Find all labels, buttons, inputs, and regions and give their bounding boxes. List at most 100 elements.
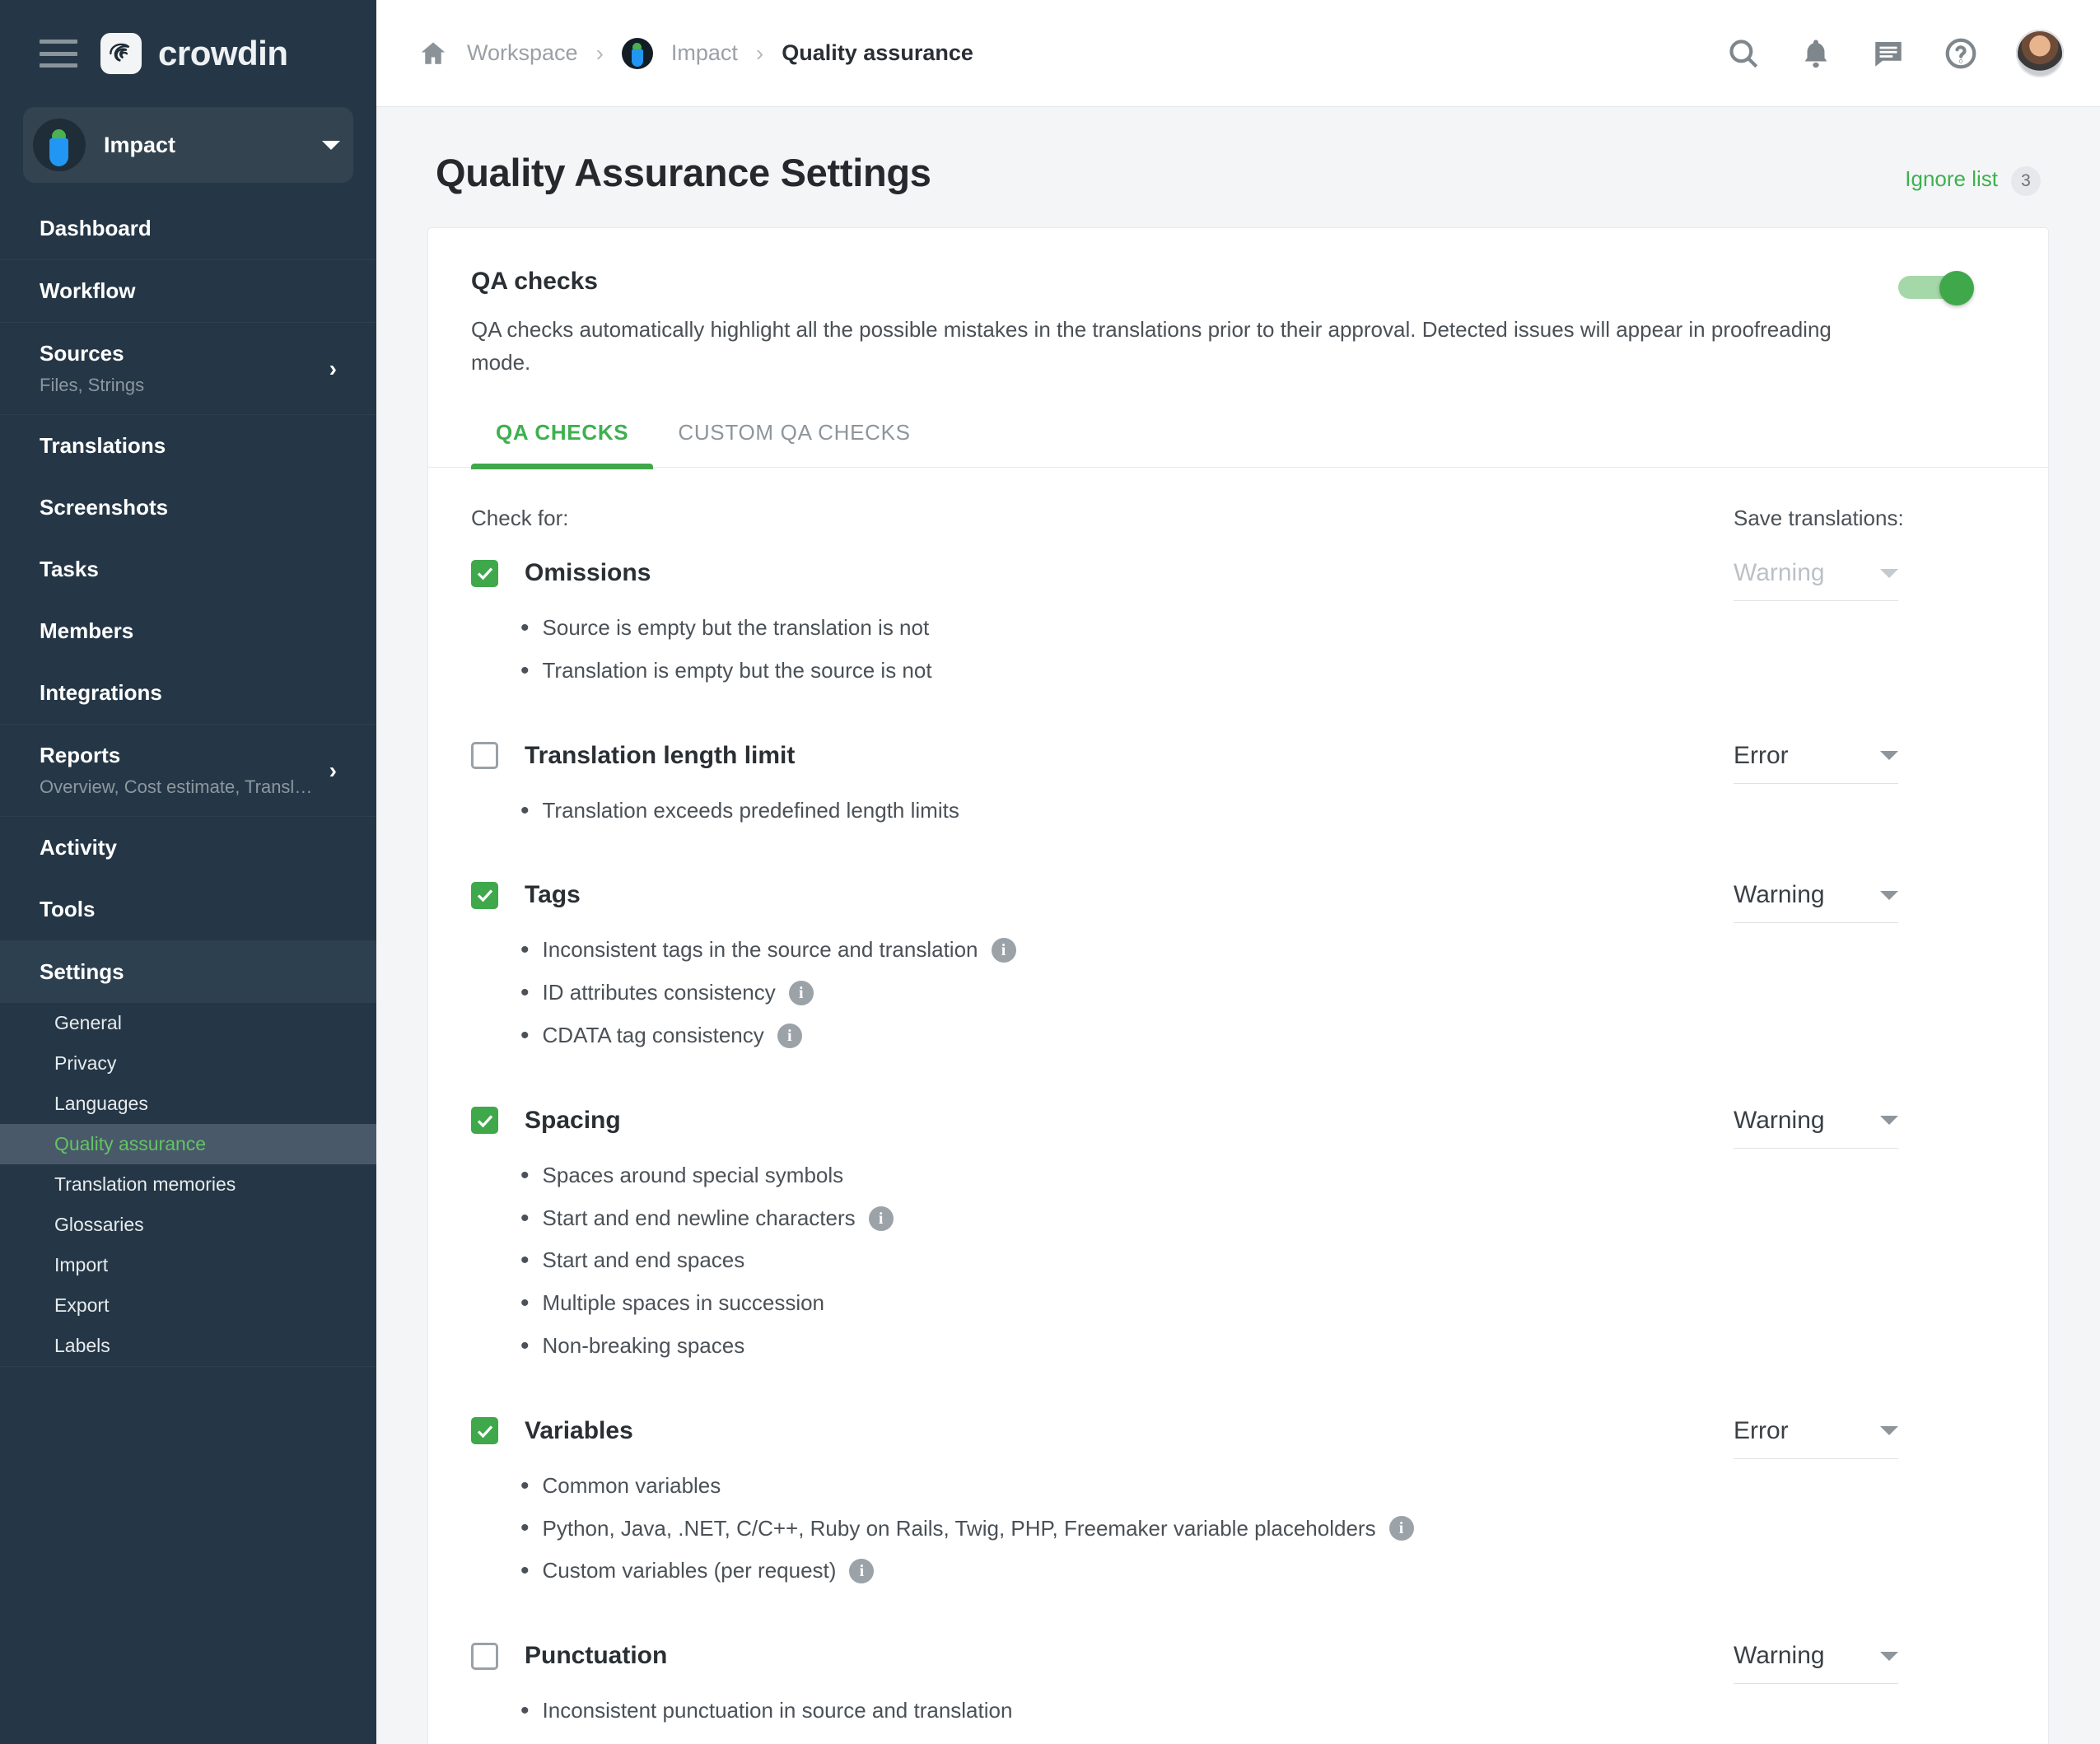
qa-check-tags[interactable]: Tags [471,881,1734,909]
sidebar-item-glossaries[interactable]: Glossaries [0,1205,376,1245]
severity-value: Error [1734,1416,1789,1444]
sidebar-item-sublabel: Overview, Cost estimate, Transl… [40,776,313,797]
severity-select-omissions[interactable]: Warning [1734,559,1898,602]
user-avatar[interactable] [2016,29,2064,77]
bullet-item: Start and end spaces [520,1239,1734,1282]
sidebar-subitem-label: General [54,1012,122,1033]
chat-message-icon[interactable] [1871,36,1906,71]
sidebar-subitem-label: Glossaries [54,1214,144,1235]
chevron-down-icon[interactable] [322,140,340,150]
info-icon[interactable]: i [788,981,814,1006]
tab-qa-checks[interactable]: QA CHECKS [471,420,654,470]
chevron-right-icon[interactable]: › [329,758,337,782]
brand-logo[interactable]: crowdin [100,33,288,74]
sidebar-item-activity[interactable]: Activity [0,817,376,879]
chevron-right-icon[interactable]: › [329,357,337,380]
sidebar-item-members[interactable]: Members [0,600,376,662]
qa-check-row: Variables Common variables Python, Java,… [428,1389,2048,1592]
home-icon[interactable] [418,39,449,68]
tab-custom-qa-checks[interactable]: CUSTOM QA CHECKS [653,420,935,467]
info-icon[interactable]: i [868,1205,894,1231]
checkbox-translation-length-limit[interactable] [471,742,498,770]
qa-check-row: Omissions Source is empty but the transl… [428,531,2048,692]
qa-check-row-left: Translation length limit Translation exc… [471,714,1734,832]
sidebar-item-workflow[interactable]: Workflow [0,260,376,322]
sidebar-item-general[interactable]: General [0,1003,376,1043]
qa-check-translation-length-limit[interactable]: Translation length limit [471,742,1734,770]
qa-check-spacing[interactable]: Spacing [471,1107,1734,1135]
search-icon[interactable] [1726,36,1761,71]
chevron-down-icon [1880,1116,1898,1126]
bullet-item: Python, Java, .NET, C/C++, Ruby on Rails… [520,1508,1734,1550]
qa-checks-toggle[interactable] [1898,271,1974,305]
breadcrumb-workspace[interactable]: Workspace [467,40,578,66]
sidebar-item-label: Activity [40,835,117,860]
sidebar-item-integrations[interactable]: Integrations [0,662,376,724]
project-selector[interactable]: Impact [23,107,353,183]
checkbox-tags[interactable] [471,881,498,909]
severity-select-tags[interactable]: Warning [1734,881,1898,924]
nav-group: Translations Screenshots Tasks Members I… [0,415,376,725]
sidebar-item-dashboard[interactable]: Dashboard [0,198,376,259]
qa-check-omissions[interactable]: Omissions [471,559,1734,587]
sidebar-item-translations[interactable]: Translations [0,415,376,477]
severity-select-variables[interactable]: Error [1734,1417,1898,1459]
sidebar-item-tools[interactable]: Tools [0,879,376,940]
bullet-text: Inconsistent punctuation in source and t… [542,1698,1013,1723]
sidebar-item-sources[interactable]: Sources Files, Strings › [0,323,376,414]
qa-check-row: Spacing Spaces around special symbols St… [428,1079,2048,1368]
checkbox-punctuation[interactable] [471,1642,498,1670]
sidebar-item-import[interactable]: Import [0,1245,376,1285]
severity-select-spacing[interactable]: Warning [1734,1107,1898,1149]
help-question-icon[interactable] [1944,36,1978,71]
breadcrumb-impact[interactable]: Impact [671,40,738,66]
sidebar-item-reports[interactable]: Reports Overview, Cost estimate, Transl…… [0,725,376,816]
checkbox-spacing[interactable] [471,1107,498,1135]
hamburger-menu-icon[interactable] [40,40,77,68]
sidebar-item-settings[interactable]: Settings [0,941,376,1003]
bullet-item: CDATA tag consistency i [520,1014,1734,1057]
chevron-down-icon [1880,751,1898,761]
bullet-item: Spaces around special symbols [520,1154,1734,1197]
sidebar: crowdin Impact Dashboard Workflow Source… [0,0,376,1744]
page-title: Quality Assurance Settings [436,151,931,194]
bullet-text: Start and end newline characters [542,1205,856,1230]
project-selector-wrap: Impact [0,107,376,183]
sidebar-item-screenshots[interactable]: Screenshots [0,477,376,539]
qa-check-list-header: Check for: Save translations: [428,506,2048,531]
info-icon[interactable]: i [991,938,1016,963]
sidebar-item-languages[interactable]: Languages [0,1084,376,1124]
sidebar-item-labels[interactable]: Labels [0,1326,376,1366]
severity-value: Error [1734,741,1789,769]
sidebar-item-label: Dashboard [40,216,152,240]
save-translations-label: Save translations: [1734,506,1904,531]
sidebar-item-translation-memories[interactable]: Translation memories [0,1164,376,1205]
checkbox-variables[interactable] [471,1417,498,1445]
bell-notification-icon[interactable] [1799,36,1833,71]
severity-select-translation-length-limit[interactable]: Error [1734,742,1898,784]
sidebar-item-tasks[interactable]: Tasks [0,539,376,600]
qa-check-variables[interactable]: Variables [471,1417,1734,1445]
chevron-down-icon [1880,568,1898,578]
info-icon[interactable]: i [1388,1516,1414,1541]
checkbox-omissions[interactable] [471,559,498,587]
sidebar-item-export[interactable]: Export [0,1285,376,1326]
ignore-list-link[interactable]: Ignore list [1905,166,1998,192]
qa-check-row-right: Error [1734,714,2005,784]
sidebar-subitem-label: Quality assurance [54,1133,207,1154]
sidebar-item-label: Tasks [40,557,99,581]
info-icon[interactable]: i [849,1559,875,1584]
sidebar-item-quality-assurance[interactable]: Quality assurance [0,1124,376,1164]
info-icon[interactable]: i [777,1023,802,1048]
bullet-item: Common variables [520,1465,1734,1508]
qa-check-row-right: Warning [1734,853,2005,924]
chevron-down-icon [1880,890,1898,900]
qa-check-label: Variables [525,1416,633,1444]
sidebar-item-label: Screenshots [40,495,169,520]
qa-check-punctuation[interactable]: Punctuation [471,1642,1734,1670]
sidebar-item-privacy[interactable]: Privacy [0,1043,376,1084]
qa-card-header: QA checks QA checks automatically highli… [428,228,2048,379]
severity-select-punctuation[interactable]: Warning [1734,1642,1898,1685]
severity-value: Warning [1734,881,1825,909]
bullet-text: Common variables [542,1472,721,1498]
